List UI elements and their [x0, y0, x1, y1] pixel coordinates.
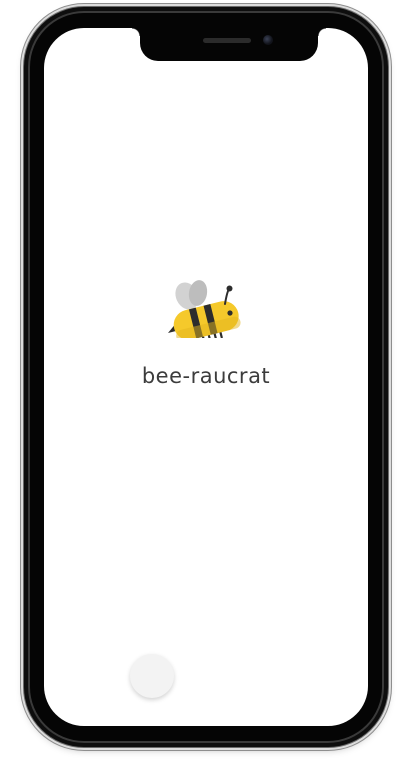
stage: bee-raucrat: [0, 0, 410, 760]
phone-screen: bee-raucrat: [44, 28, 368, 726]
front-camera: [263, 35, 273, 45]
notch: [132, 28, 326, 61]
earpiece-speaker: [203, 38, 251, 43]
app-name: bee-raucrat: [141, 364, 271, 388]
touch-indicator: [130, 654, 174, 698]
phone-frame: bee-raucrat: [24, 7, 388, 747]
splash-screen: bee-raucrat: [44, 28, 368, 726]
bee-icon: [168, 280, 241, 338]
